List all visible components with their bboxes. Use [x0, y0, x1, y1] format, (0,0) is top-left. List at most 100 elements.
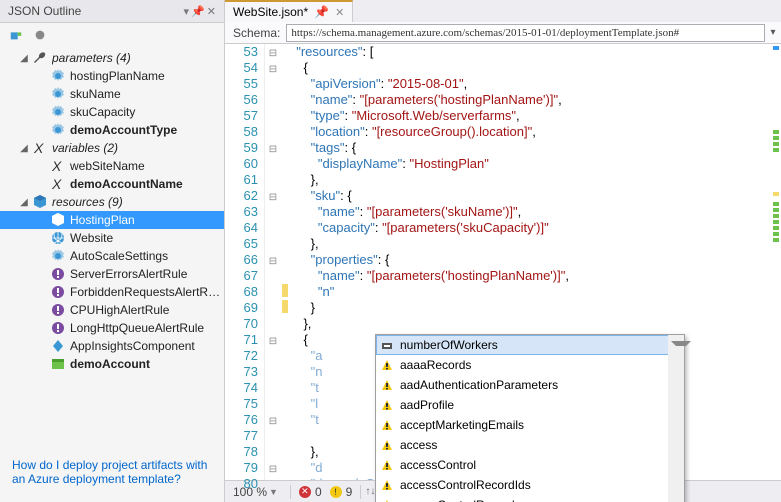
expand-icon[interactable] — [36, 160, 48, 172]
intellisense-item[interactable]: acceptMarketingEmails — [376, 415, 684, 435]
tab-pin-icon[interactable]: 📌 — [314, 5, 329, 19]
expand-icon[interactable] — [36, 304, 48, 316]
tree-node-CPUHighAlertRule[interactable]: CPUHighAlertRule — [0, 301, 224, 319]
schema-dropdown-icon[interactable]: ▾ — [765, 27, 781, 38]
warnings-indicator[interactable]: ! 9 — [326, 485, 357, 499]
intellisense-label: aaaaRecords — [400, 358, 471, 372]
intellisense-item[interactable]: numberOfWorkers — [376, 335, 684, 355]
panel-titlebar[interactable]: JSON Outline ▾ 📌 ✕ — [0, 0, 224, 23]
tree-node-skuName[interactable]: skuName — [0, 85, 224, 103]
intellisense-item[interactable]: accessControlRecords — [376, 495, 684, 502]
expand-icon[interactable] — [36, 268, 48, 280]
tree-node-ServerErrorsAlertRule[interactable]: ServerErrorsAlertRule — [0, 265, 224, 283]
tab-close-icon[interactable]: ✕ — [335, 6, 344, 19]
warning-icon — [380, 478, 394, 492]
outline-tree[interactable]: ◢ parameters (4) hostingPlanName skuName sku… — [0, 47, 224, 446]
tree-node-ForbiddenRequestsAlertRule[interactable]: ForbiddenRequestsAlertRule — [0, 283, 224, 301]
tree-node-AppInsightsComponent[interactable]: AppInsightsComponent — [0, 337, 224, 355]
alert-icon — [50, 302, 66, 318]
intellisense-item[interactable]: accessControl — [376, 455, 684, 475]
tree-node-label: webSiteName — [70, 159, 224, 173]
tree-node-label: ServerErrorsAlertRule — [70, 267, 224, 281]
fold-toggle[interactable]: ⊟ — [267, 462, 279, 478]
editor-tab[interactable]: WebSite.json* 📌 ✕ — [225, 0, 353, 22]
tree-node-demoAccountName[interactable]: XdemoAccountName — [0, 175, 224, 193]
expand-icon[interactable]: ◢ — [18, 142, 30, 154]
tree-node-AutoScaleSettings[interactable]: AutoScaleSettings — [0, 247, 224, 265]
expand-icon[interactable] — [36, 106, 48, 118]
fold-gutter[interactable]: ⊟⊟⊟⊟⊟⊟⊟⊟ — [265, 44, 281, 480]
panel-title: JSON Outline — [8, 4, 81, 18]
fold-toggle[interactable]: ⊟ — [267, 414, 279, 430]
tree-node-demoAccountType[interactable]: demoAccountType — [0, 121, 224, 139]
fold-toggle[interactable]: ⊟ — [267, 334, 279, 350]
intellisense-item[interactable]: aaaaRecords — [376, 355, 684, 375]
expand-icon[interactable] — [36, 250, 48, 262]
pin-icon[interactable]: 📌 — [191, 5, 205, 18]
tree-node-label: resources (9) — [52, 195, 224, 209]
intellisense-item[interactable]: access — [376, 435, 684, 455]
intellisense-label: aadAuthenticationParameters — [400, 378, 558, 392]
fold-toggle[interactable]: ⊟ — [267, 190, 279, 206]
schema-input[interactable] — [286, 24, 765, 42]
tree-node-label: demoAccountName — [70, 177, 224, 191]
tree-node-label: ForbiddenRequestsAlertRule — [70, 285, 224, 299]
intellisense-item[interactable]: aadProfile — [376, 395, 684, 415]
intellisense-label: accessControlRecords — [400, 498, 521, 502]
svg-text:X: X — [51, 158, 62, 174]
expand-icon[interactable] — [36, 88, 48, 100]
tree-node-parameters[interactable]: ◢ parameters (4) — [0, 49, 224, 67]
expand-icon[interactable]: ◢ — [18, 52, 30, 64]
expand-icon[interactable] — [36, 322, 48, 334]
expand-icon[interactable]: ◢ — [18, 196, 30, 208]
globe-icon — [50, 230, 66, 246]
tree-node-webSiteName[interactable]: XwebSiteName — [0, 157, 224, 175]
cube-icon — [50, 212, 66, 228]
tree-node-Website[interactable]: Website — [0, 229, 224, 247]
toolbar-icon[interactable] — [32, 27, 48, 43]
warning-count: 9 — [346, 485, 353, 499]
add-resource-icon[interactable] — [8, 27, 24, 43]
expand-icon[interactable] — [36, 70, 48, 82]
tree-node-label: hostingPlanName — [70, 69, 224, 83]
tree-node-label: skuName — [70, 87, 224, 101]
editor-tabbar[interactable]: WebSite.json* 📌 ✕ — [225, 0, 781, 22]
intellisense-item[interactable]: aadAuthenticationParameters — [376, 375, 684, 395]
x-icon: X — [32, 140, 48, 156]
svg-text:X: X — [33, 140, 44, 156]
intellisense-popup[interactable]: numberOfWorkers aaaaRecords aadAuthenticat… — [375, 334, 685, 502]
dropdown-icon[interactable]: ▾ — [184, 5, 190, 18]
expand-icon[interactable] — [36, 124, 48, 136]
gear-icon — [50, 68, 66, 84]
tree-node-label: parameters (4) — [52, 51, 224, 65]
expand-icon[interactable] — [36, 340, 48, 352]
fold-toggle[interactable]: ⊟ — [267, 254, 279, 270]
warning-icon — [380, 458, 394, 472]
expand-icon[interactable] — [36, 178, 48, 190]
tree-node-label: demoAccountType — [70, 123, 224, 137]
fold-toggle[interactable]: ⊟ — [267, 62, 279, 78]
tree-node-hostingPlanName[interactable]: hostingPlanName — [0, 67, 224, 85]
help-link[interactable]: How do I deploy project artifacts with a… — [12, 458, 207, 486]
overview-ruler[interactable] — [771, 44, 781, 480]
expand-icon[interactable] — [36, 358, 48, 370]
expand-icon[interactable] — [36, 232, 48, 244]
tree-node-resources[interactable]: ◢ resources (9) — [0, 193, 224, 211]
x-icon: X — [50, 176, 66, 192]
expand-icon[interactable] — [36, 286, 48, 298]
code-editor[interactable]: 5354555657585960616263646566676869707172… — [225, 44, 781, 480]
change-mark-gutter — [281, 44, 289, 480]
errors-indicator[interactable]: ✕ 0 — [295, 485, 326, 499]
panel-toolbar — [0, 23, 224, 47]
tree-node-skuCapacity[interactable]: skuCapacity — [0, 103, 224, 121]
close-icon[interactable]: ✕ — [207, 5, 216, 18]
fold-toggle[interactable]: ⊟ — [267, 142, 279, 158]
tree-node-HostingPlan[interactable]: HostingPlan — [0, 211, 224, 229]
intellisense-item[interactable]: accessControlRecordIds — [376, 475, 684, 495]
intellisense-scrollbar[interactable] — [668, 335, 684, 502]
tree-node-variables[interactable]: ◢Xvariables (2) — [0, 139, 224, 157]
intellisense-label: numberOfWorkers — [400, 338, 498, 352]
tree-node-demoAccount[interactable]: demoAccount — [0, 355, 224, 373]
expand-icon[interactable] — [36, 214, 48, 226]
tree-node-LongHttpQueueAlertRule[interactable]: LongHttpQueueAlertRule — [0, 319, 224, 337]
